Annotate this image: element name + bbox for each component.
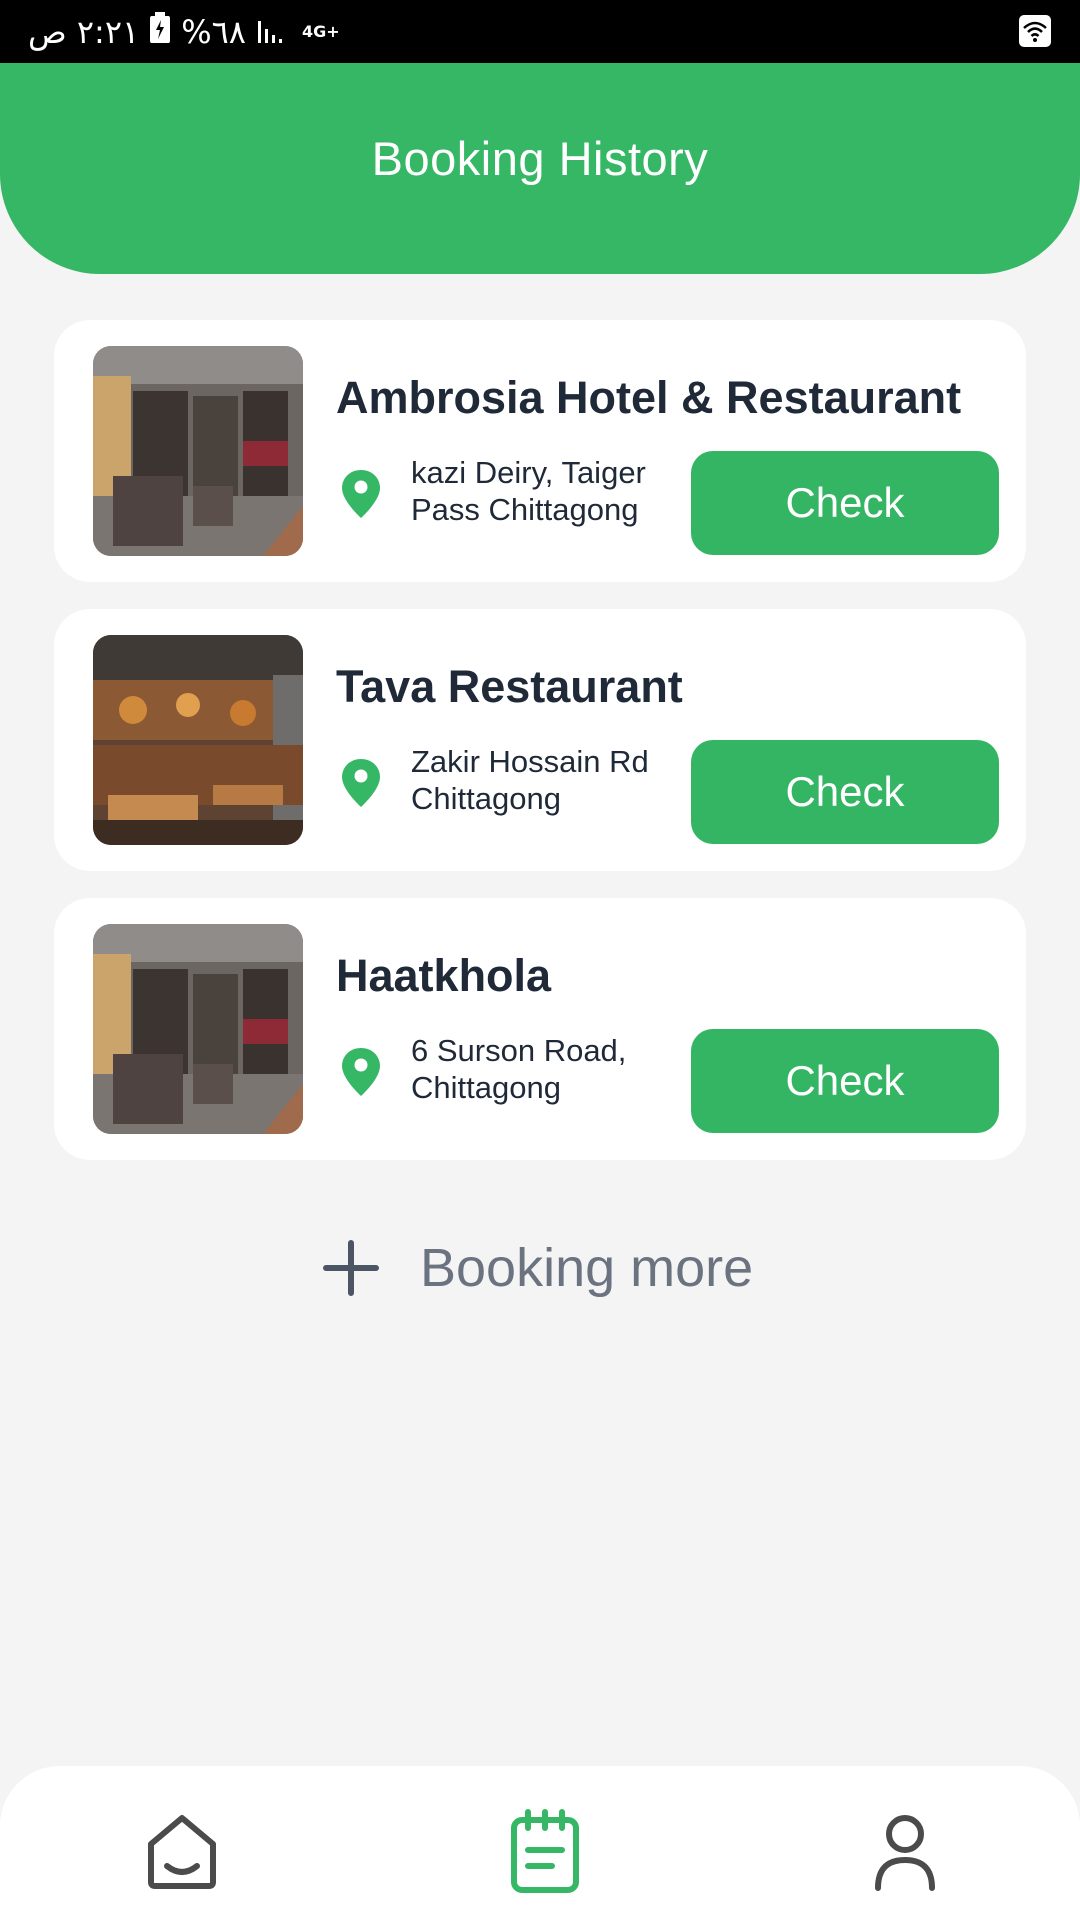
page-title: Booking History [371, 132, 709, 185]
venue-address: 6 Surson Road, Chittagong [411, 1033, 627, 1105]
venue-address: Zakir Hossain Rd Chittagong [411, 744, 649, 816]
home-icon [137, 1815, 227, 1900]
nav-bookings[interactable] [500, 1806, 590, 1896]
check-button[interactable]: Check [691, 1029, 999, 1133]
network-type: 4G+ [301, 22, 340, 41]
nav-profile[interactable] [860, 1806, 950, 1896]
plus-icon [320, 1237, 382, 1299]
booking-card: Haatkhola 6 Surson Road, Chittagong Chec… [54, 898, 1026, 1160]
booking-history-screen: ٢:٢١ ص %٦٨ 4G+ Booking History Ambrosia … [0, 0, 1080, 1920]
signal-icon [256, 13, 286, 51]
location-pin-icon [340, 757, 382, 809]
location-pin-icon [340, 1046, 382, 1098]
status-time: ٢:٢١ ص [28, 13, 140, 51]
venue-address: kazi Deiry, Taiger Pass Chittagong [411, 455, 646, 527]
venue-photo [93, 924, 303, 1134]
status-left: ٢:٢١ ص %٦٨ 4G+ [28, 10, 340, 54]
battery-level: %٦٨ [181, 13, 246, 51]
venue-photo [93, 635, 303, 845]
check-button[interactable]: Check [691, 740, 999, 844]
bottom-navigation [0, 1766, 1080, 1920]
user-icon [860, 1815, 950, 1900]
clipboard-icon [500, 1809, 590, 1900]
wifi-icon [1018, 14, 1052, 48]
booking-card: Tava Restaurant Zakir Hossain Rd Chittag… [54, 609, 1026, 871]
location-pin-icon [340, 468, 382, 520]
booking-more-button[interactable]: Booking more [320, 1228, 753, 1308]
battery-icon [149, 12, 171, 52]
venue-name: Ambrosia Hotel & Restaurant [336, 372, 962, 423]
booking-card: Ambrosia Hotel & Restaurant kazi Deiry, … [54, 320, 1026, 582]
check-button[interactable]: Check [691, 451, 999, 555]
venue-name: Tava Restaurant [336, 661, 683, 712]
status-bar: ٢:٢١ ص %٦٨ 4G+ [0, 0, 1080, 63]
venue-name: Haatkhola [336, 950, 552, 1001]
header-bar: Booking History [0, 63, 1080, 274]
booking-more-label: Booking more [420, 1238, 754, 1298]
nav-home[interactable] [137, 1806, 227, 1896]
venue-photo [93, 346, 303, 556]
